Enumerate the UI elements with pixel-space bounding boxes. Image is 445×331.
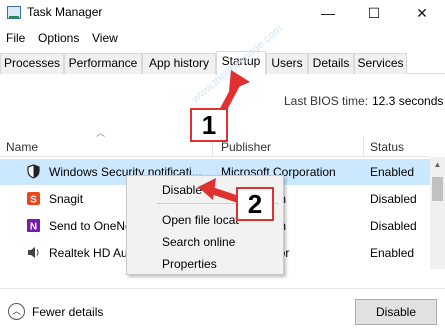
svg-text:N: N [30, 222, 37, 233]
tab-users[interactable]: Users [266, 53, 308, 74]
context-menu-item-open-file-location[interactable]: Open file locat [162, 213, 239, 227]
onenote-icon: N [27, 219, 40, 233]
minimize-button[interactable]: — [305, 0, 351, 26]
tab-processes[interactable]: Processes [0, 53, 64, 74]
row-name: Realtek HD Au [49, 246, 128, 260]
context-menu-item-properties[interactable]: Properties [162, 257, 217, 271]
context-menu-item-search-online[interactable]: Search online [162, 235, 235, 249]
disable-button[interactable]: Disable [355, 299, 437, 325]
tab-services[interactable]: Services [354, 53, 407, 74]
context-menu-item-disable[interactable]: Disable [162, 183, 202, 197]
scroll-thumb[interactable] [432, 177, 443, 201]
column-divider[interactable] [363, 136, 364, 156]
menu-view[interactable]: View [92, 31, 118, 45]
vertical-scrollbar[interactable]: ▲ [430, 157, 445, 269]
callout-step-2: 2 [236, 187, 274, 221]
last-bios-time-label: Last BIOS time: [284, 94, 369, 108]
snagit-icon: S [27, 192, 40, 206]
speaker-icon [28, 247, 39, 258]
title-bar: Task Manager — ☐ ✕ [0, 0, 445, 26]
maximize-button[interactable]: ☐ [351, 0, 397, 26]
fewer-details-link[interactable]: Fewer details [32, 305, 103, 319]
row-status: Enabled [370, 246, 415, 260]
menu-bar: File Options View [0, 28, 445, 48]
header-divider [0, 156, 430, 157]
menu-options[interactable]: Options [38, 31, 79, 45]
last-bios-time-value: 12.3 seconds [372, 94, 444, 108]
tab-performance[interactable]: Performance [64, 53, 142, 74]
tab-app-history[interactable]: App history [142, 53, 216, 74]
column-header-name[interactable]: Name [6, 140, 38, 154]
column-header-status[interactable]: Status [370, 140, 404, 154]
row-status: Disabled [370, 192, 417, 206]
close-button[interactable]: ✕ [399, 0, 445, 26]
row-status: Enabled [370, 165, 415, 179]
column-header-publisher[interactable]: Publisher [221, 140, 271, 154]
shield-icon [27, 164, 40, 179]
menu-file[interactable]: File [6, 31, 25, 45]
svg-text:S: S [30, 195, 37, 206]
chevron-up-icon[interactable]: ︿ [8, 303, 25, 320]
window-title: Task Manager [27, 5, 103, 19]
tab-details[interactable]: Details [308, 53, 354, 74]
row-name: Send to OneNo [49, 219, 132, 233]
scroll-up-icon[interactable]: ▲ [430, 157, 445, 172]
task-manager-app-icon [7, 6, 21, 19]
callout-step-1: 1 [190, 108, 228, 142]
sort-ascending-icon: ︿ [96, 128, 106, 138]
footer-divider [0, 288, 445, 289]
row-name: Snagit [49, 192, 84, 206]
row-status: Disabled [370, 219, 417, 233]
